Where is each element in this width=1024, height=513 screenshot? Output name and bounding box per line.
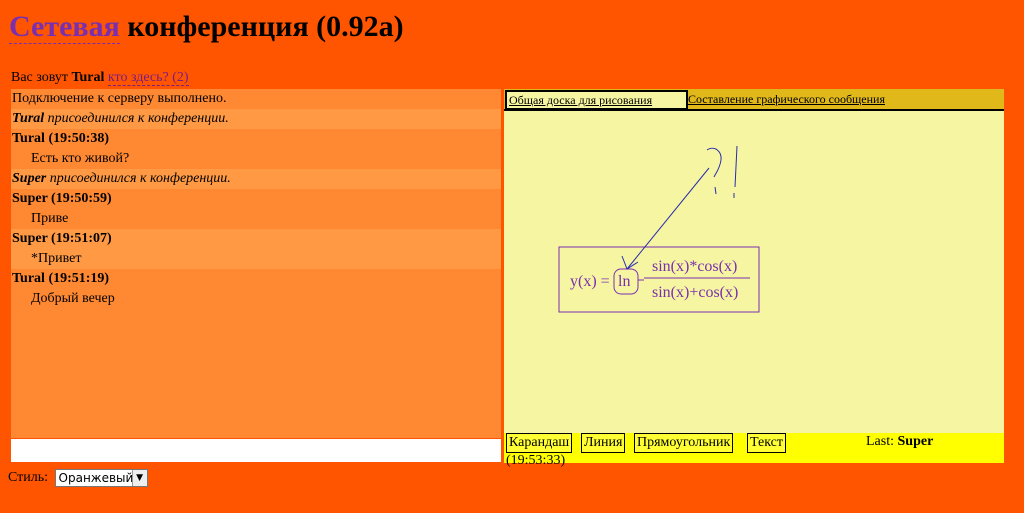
- question-mark-dot: [714, 186, 717, 195]
- board-toolbar: Карандаш Линия Прямоугольник Текст Last:…: [504, 433, 1004, 468]
- title-rest: конференция (0.92а): [119, 10, 404, 43]
- title-highlight[interactable]: Сетевая: [9, 10, 120, 44]
- style-row: Стиль: Оранжевый ▼: [8, 469, 148, 487]
- tab-shared-board[interactable]: Общая доска для рисования: [505, 90, 688, 110]
- chat-join-text: присоединился к конференции.: [44, 111, 229, 126]
- board-tabs: Общая доска для рисования Составление гр…: [504, 89, 1004, 111]
- chat-message-header: Tural (19:50:38): [11, 129, 501, 149]
- message-input[interactable]: [11, 439, 501, 462]
- exclamation-stroke: [734, 145, 738, 188]
- user-line: Вас зовут Tural кто здесь? (2): [11, 70, 189, 86]
- tool-text[interactable]: Текст: [747, 433, 787, 453]
- chevron-down-icon[interactable]: ▼: [131, 470, 147, 486]
- formula-ln: ln: [618, 273, 630, 290]
- chat-message-text: Приве: [11, 209, 501, 229]
- chat-message-header: Tural (19:51:19): [11, 269, 501, 289]
- question-mark-stroke: [706, 147, 722, 178]
- page-title: Сетевая конференция (0.92а): [9, 10, 404, 44]
- drawing-canvas[interactable]: y(x) = ln sin(x)*cos(x) sin(x)+cos(x): [504, 113, 1004, 432]
- user-prefix: Вас зовут: [11, 70, 72, 85]
- chat-message-header: Super (19:51:07): [11, 229, 501, 249]
- drawing-board: Общая доска для рисования Составление гр…: [504, 89, 1004, 468]
- style-label: Стиль:: [8, 470, 49, 485]
- style-select[interactable]: Оранжевый ▼: [54, 469, 148, 487]
- chat-message-text: Есть кто живой?: [11, 149, 501, 169]
- tool-line[interactable]: Линия: [581, 433, 626, 453]
- chat-message-text: *Привет: [11, 249, 501, 269]
- canvas-drawing: y(x) = ln sin(x)*cos(x) sin(x)+cos(x): [558, 145, 760, 313]
- chat-join-text: присоединился к конференции.: [46, 171, 231, 186]
- last-edit-time: (19:53:33): [506, 453, 566, 468]
- who-here-link[interactable]: кто здесь? (2): [107, 70, 189, 86]
- tool-rectangle[interactable]: Прямоугольник: [634, 433, 734, 453]
- tab-graphic-message[interactable]: Составление графического сообщения: [688, 91, 885, 108]
- chat-join-user: Tural: [12, 111, 45, 126]
- chat-join-notice: Tural присоединился к конференции.: [11, 109, 501, 129]
- tool-pencil[interactable]: Карандаш: [506, 433, 573, 453]
- chat-system-message: Подключение к серверу выполнено.: [11, 89, 501, 109]
- formula-denominator: sin(x)+cos(x): [652, 284, 738, 301]
- chat-join-notice: Super присоединился к конференции.: [11, 169, 501, 189]
- chat-message-header: Super (19:50:59): [11, 189, 501, 209]
- last-editor: Last: Super: [866, 434, 933, 450]
- arrow-line: [626, 167, 710, 270]
- chat-join-user: Super: [12, 171, 47, 186]
- style-selected-value: Оранжевый: [58, 471, 134, 485]
- last-user: Super: [897, 434, 934, 449]
- user-name: Tural: [71, 70, 105, 85]
- chat-message-text: Добрый вечер: [11, 289, 501, 309]
- last-label: Last:: [866, 434, 898, 449]
- formula-numerator: sin(x)*cos(x): [652, 258, 737, 275]
- chat-log: Подключение к серверу выполнено. Tural пр…: [11, 89, 501, 438]
- formula-lhs: y(x) =: [570, 273, 610, 290]
